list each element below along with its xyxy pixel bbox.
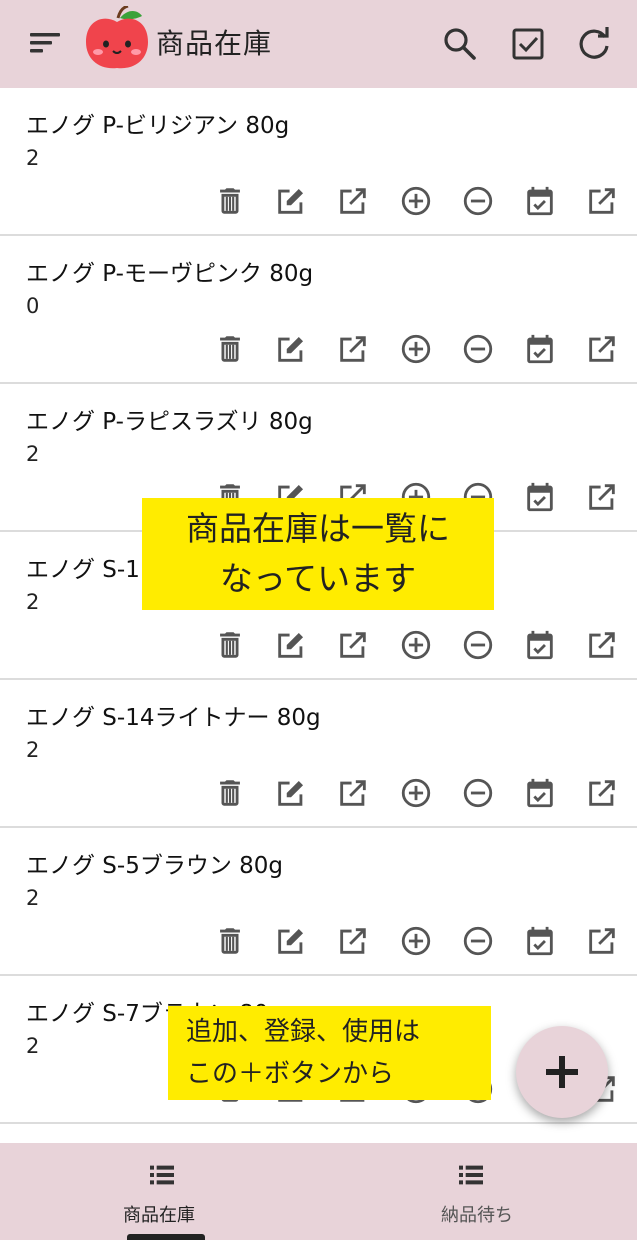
product-quantity: 2 xyxy=(26,590,40,614)
list-item[interactable]: エノグ P-ビリジアン 80g 2 xyxy=(0,88,637,236)
list-icon xyxy=(146,1159,178,1191)
product-quantity: 2 xyxy=(26,1034,40,1058)
annotation-line: この＋ボタンから xyxy=(186,1059,395,1089)
annotation-line: 追加、登録、使用は xyxy=(186,1017,421,1047)
open-external-icon[interactable] xyxy=(336,332,370,366)
annotation-line: なっています xyxy=(219,559,417,598)
open-external-icon[interactable] xyxy=(585,628,619,662)
product-quantity: 2 xyxy=(26,738,40,762)
row-actions xyxy=(0,184,637,218)
event-available-icon[interactable] xyxy=(523,480,557,514)
add-circle-icon[interactable] xyxy=(399,924,433,958)
row-actions xyxy=(0,332,637,366)
open-external-icon[interactable] xyxy=(585,332,619,366)
tab-stock[interactable]: 商品在庫 xyxy=(0,1143,318,1240)
tab-label: 商品在庫 xyxy=(123,1205,195,1226)
annotation-line: 商品在庫は一覧に xyxy=(186,509,450,548)
list-icon xyxy=(455,1159,487,1191)
edit-icon[interactable] xyxy=(274,628,308,662)
add-circle-icon[interactable] xyxy=(399,628,433,662)
product-name: エノグ S-5ブラウン 80g xyxy=(26,853,284,879)
open-external-icon[interactable] xyxy=(336,184,370,218)
event-available-icon[interactable] xyxy=(523,628,557,662)
remove-circle-icon[interactable] xyxy=(461,776,495,810)
annotation-note-list: 商品在庫は一覧に なっています xyxy=(142,498,494,610)
open-external-icon[interactable] xyxy=(336,628,370,662)
event-available-icon[interactable] xyxy=(523,776,557,810)
product-quantity: 2 xyxy=(26,886,40,910)
open-external-icon[interactable] xyxy=(585,184,619,218)
delete-icon[interactable] xyxy=(213,924,247,958)
sort-menu-icon[interactable] xyxy=(28,28,64,58)
delete-icon[interactable] xyxy=(213,776,247,810)
product-name: エノグ S-1 xyxy=(26,557,140,583)
add-circle-icon[interactable] xyxy=(399,332,433,366)
list-item[interactable]: エノグ S-5ブラウン 80g 2 xyxy=(0,828,637,976)
plus-icon xyxy=(546,1056,578,1088)
list-item[interactable]: エノグ P-モーヴピンク 80g 0 xyxy=(0,236,637,384)
remove-circle-icon[interactable] xyxy=(461,628,495,662)
event-available-icon[interactable] xyxy=(523,924,557,958)
product-name: エノグ P-ビリジアン 80g xyxy=(26,113,290,139)
row-actions xyxy=(0,628,637,662)
annotation-note-add: 追加、登録、使用は この＋ボタンから xyxy=(168,1006,491,1100)
refresh-icon[interactable] xyxy=(574,24,614,64)
tab-label: 納品待ち xyxy=(441,1205,513,1226)
remove-circle-icon[interactable] xyxy=(461,332,495,366)
active-tab-indicator xyxy=(127,1234,205,1240)
edit-icon[interactable] xyxy=(274,184,308,218)
add-circle-icon[interactable] xyxy=(399,776,433,810)
check-box-icon[interactable] xyxy=(508,24,548,64)
edit-icon[interactable] xyxy=(274,924,308,958)
product-name: エノグ P-モーヴピンク 80g xyxy=(26,261,314,287)
remove-circle-icon[interactable] xyxy=(461,184,495,218)
add-circle-icon[interactable] xyxy=(399,184,433,218)
remove-circle-icon[interactable] xyxy=(461,924,495,958)
open-external-icon[interactable] xyxy=(336,924,370,958)
product-quantity: 0 xyxy=(26,294,40,318)
row-actions xyxy=(0,776,637,810)
edit-icon[interactable] xyxy=(274,332,308,366)
product-quantity: 2 xyxy=(26,442,40,466)
open-external-icon[interactable] xyxy=(585,924,619,958)
app-title: 商品在庫 xyxy=(156,27,273,60)
product-name: エノグ P-ラピスラズリ 80g xyxy=(26,409,313,435)
delete-icon[interactable] xyxy=(213,184,247,218)
delete-icon[interactable] xyxy=(213,332,247,366)
delete-icon[interactable] xyxy=(213,628,247,662)
event-available-icon[interactable] xyxy=(523,332,557,366)
product-quantity: 2 xyxy=(26,146,40,170)
product-list: エノグ P-ビリジアン 80g 2 エノグ P-モーヴピンク 80g 0 エノグ… xyxy=(0,88,637,1143)
apple-mascot-logo xyxy=(86,6,148,69)
tab-awaiting-delivery[interactable]: 納品待ち xyxy=(318,1143,636,1240)
app-bar: 商品在庫 xyxy=(0,0,637,88)
row-actions xyxy=(0,924,637,958)
list-item[interactable]: エノグ S-14ライトナー 80g 2 xyxy=(0,680,637,828)
open-external-icon[interactable] xyxy=(585,776,619,810)
open-external-icon[interactable] xyxy=(585,480,619,514)
edit-icon[interactable] xyxy=(274,776,308,810)
bottom-nav: 商品在庫 納品待ち xyxy=(0,1143,637,1240)
event-available-icon[interactable] xyxy=(523,184,557,218)
open-external-icon[interactable] xyxy=(336,776,370,810)
search-icon[interactable] xyxy=(440,24,480,64)
product-name: エノグ S-14ライトナー 80g xyxy=(26,705,321,731)
add-fab-button[interactable] xyxy=(516,1026,608,1118)
